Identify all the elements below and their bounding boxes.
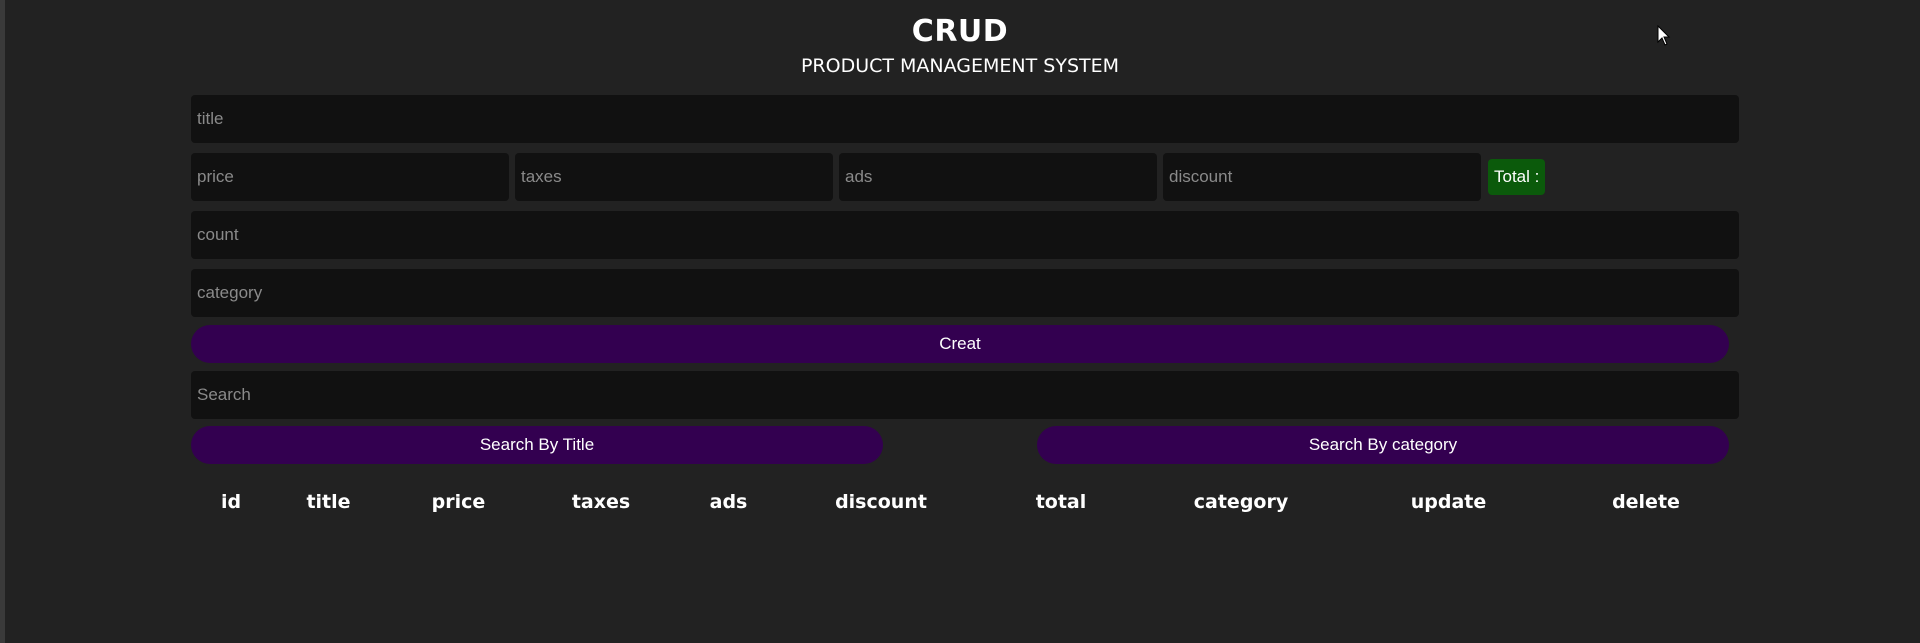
column-header-ads: ads bbox=[709, 491, 748, 513]
column-header-delete: delete bbox=[1612, 491, 1680, 513]
app-subtitle: PRODUCT MANAGEMENT SYSTEM bbox=[800, 55, 1120, 77]
search-input[interactable] bbox=[191, 371, 1739, 419]
total-badge: Total : bbox=[1488, 159, 1546, 195]
window-edge bbox=[0, 0, 5, 643]
column-header-update: update bbox=[1410, 491, 1487, 513]
mouse-pointer-icon bbox=[1657, 25, 1671, 46]
column-header-title: title bbox=[306, 491, 351, 513]
product-form: Total : Creat Search By Title Search By … bbox=[191, 95, 1739, 464]
column-header-id: id bbox=[220, 491, 242, 513]
count-input[interactable] bbox=[191, 211, 1739, 259]
taxes-input[interactable] bbox=[515, 153, 833, 201]
column-header-discount: discount bbox=[835, 491, 927, 513]
search-by-title-button[interactable]: Search By Title bbox=[191, 426, 883, 464]
ads-input[interactable] bbox=[839, 153, 1157, 201]
column-header-price: price bbox=[431, 491, 486, 513]
discount-input[interactable] bbox=[1163, 153, 1481, 201]
column-header-total: total bbox=[1035, 491, 1087, 513]
page-header: CRUD PRODUCT MANAGEMENT SYSTEM bbox=[0, 12, 1920, 78]
column-header-taxes: taxes bbox=[571, 491, 631, 513]
app-title: CRUD bbox=[911, 14, 1009, 49]
search-by-category-button[interactable]: Search By category bbox=[1037, 426, 1729, 464]
column-header-category: category bbox=[1193, 491, 1289, 513]
title-input[interactable] bbox=[191, 95, 1739, 143]
app-window: CRUD PRODUCT MANAGEMENT SYSTEM Total : C… bbox=[0, 0, 1920, 643]
price-input[interactable] bbox=[191, 153, 509, 201]
create-button[interactable]: Creat bbox=[191, 325, 1729, 363]
search-buttons: Search By Title Search By category bbox=[191, 426, 1729, 464]
category-input[interactable] bbox=[191, 269, 1739, 317]
table-header-row: id title price taxes ads discount total … bbox=[191, 483, 1731, 521]
products-table: id title price taxes ads discount total … bbox=[191, 483, 1731, 521]
price-row: Total : bbox=[191, 153, 1739, 201]
